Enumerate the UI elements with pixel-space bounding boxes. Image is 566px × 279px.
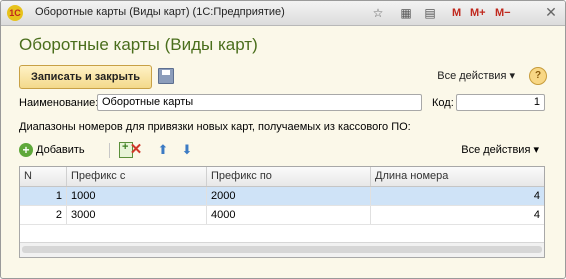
code-field[interactable]: 1: [456, 94, 545, 111]
all-actions-menu[interactable]: Все действия ▾: [437, 69, 515, 82]
ranges-table[interactable]: N Префикс с Префикс по Длина номера 1 10…: [19, 166, 545, 258]
favorites-icon[interactable]: ☆: [369, 4, 387, 22]
form-title: Оборотные карты (Виды карт): [19, 35, 258, 54]
memory-plus-button[interactable]: M+: [470, 5, 486, 21]
table-row[interactable]: 1 1000 2000 4: [20, 187, 544, 206]
name-field[interactable]: Оборотные карты: [97, 94, 422, 111]
horizontal-scrollbar[interactable]: [20, 242, 544, 257]
code-label: Код:: [432, 97, 454, 109]
name-label: Наименование:: [19, 97, 99, 109]
memory-button[interactable]: M: [452, 5, 461, 21]
cell-number-length[interactable]: 4: [371, 187, 544, 205]
scrollbar-thumb[interactable]: [22, 246, 542, 253]
add-icon: +: [19, 143, 33, 158]
calculator-icon[interactable]: ▦: [397, 4, 415, 22]
add-button[interactable]: + Добавить: [19, 140, 85, 160]
help-icon[interactable]: ?: [529, 67, 547, 85]
title-bar: 1С Оборотные карты (Виды карт) (1С:Предп…: [1, 1, 565, 26]
move-up-icon[interactable]: ⬆: [155, 141, 171, 159]
memory-minus-button[interactable]: M−: [495, 5, 511, 21]
column-header-number-length[interactable]: Длина номера: [371, 167, 544, 186]
toolbar-divider: [109, 143, 110, 158]
column-header-prefix-from[interactable]: Префикс с: [67, 167, 207, 186]
add-button-label: Добавить: [36, 144, 85, 156]
window-title: Оборотные карты (Виды карт) (1С:Предприя…: [35, 6, 285, 18]
table-header: N Префикс с Префикс по Длина номера: [20, 167, 544, 187]
ranges-label: Диапазоны номеров для привязки новых кар…: [19, 121, 411, 133]
close-icon[interactable]: ✕: [543, 4, 559, 20]
window: 1С Оборотные карты (Виды карт) (1С:Предп…: [0, 0, 566, 279]
save-and-close-button[interactable]: Записать и закрыть: [19, 65, 152, 89]
cell-prefix-to[interactable]: 4000: [207, 206, 371, 224]
cell-prefix-to[interactable]: 2000: [207, 187, 371, 205]
move-down-icon[interactable]: ⬇: [179, 141, 195, 159]
cell-prefix-from[interactable]: 1000: [67, 187, 207, 205]
app-logo-icon[interactable]: 1С: [7, 5, 23, 21]
delete-icon[interactable]: ✕: [128, 140, 144, 160]
ranges-toolbar: +Добавить ✕ ⬆ ⬇ Все действия ▾: [19, 140, 545, 160]
column-header-n[interactable]: N: [20, 167, 67, 186]
cell-n: 1: [20, 187, 67, 205]
cell-number-length[interactable]: 4: [371, 206, 544, 224]
ranges-all-actions-menu[interactable]: Все действия ▾: [461, 143, 539, 156]
column-header-prefix-to[interactable]: Префикс по: [207, 167, 371, 186]
cell-prefix-from[interactable]: 3000: [67, 206, 207, 224]
cell-n: 2: [20, 206, 67, 224]
calendar-icon[interactable]: ▤: [421, 4, 439, 22]
table-row[interactable]: 2 3000 4000 4: [20, 206, 544, 225]
save-icon[interactable]: [158, 68, 174, 84]
